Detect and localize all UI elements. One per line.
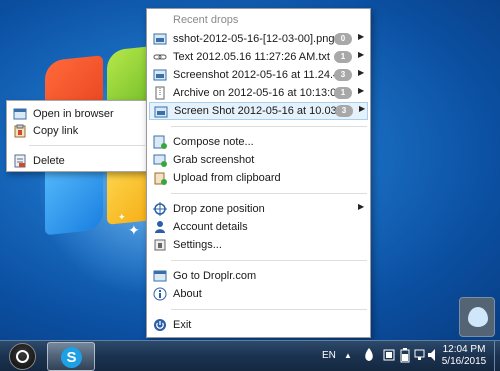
clock-date: 5/16/2015: [441, 356, 487, 367]
recent-drop-label: Screenshot 2012-05-16 at 11.24.4...: [173, 69, 349, 81]
clock-time: 12:04 PM: [442, 344, 486, 355]
start-orb-icon: [16, 350, 29, 363]
menu-separator: [171, 126, 367, 127]
delete-item[interactable]: Delete: [7, 152, 147, 170]
open-in-browser-label: Open in browser: [33, 108, 114, 120]
exit-item[interactable]: Exit: [149, 316, 368, 334]
compose-note-label: Compose note...: [173, 136, 254, 148]
image-file-icon: [154, 105, 168, 119]
sparkle-icon: ✦: [128, 222, 140, 238]
account-details-label: Account details: [173, 221, 248, 233]
recent-drop-label: Text 2012.05.16 11:27:26 AM.txt: [173, 51, 330, 63]
settings-item[interactable]: Settings...: [149, 236, 368, 254]
clipboard-icon: [13, 124, 27, 138]
submenu-arrow-icon: ▶: [358, 86, 365, 95]
open-in-browser-item[interactable]: Open in browser: [7, 105, 147, 123]
compose-note-item[interactable]: Compose note...: [149, 133, 368, 151]
about-item[interactable]: About: [149, 285, 368, 303]
submenu-arrow-icon: ▶: [358, 32, 365, 41]
start-button[interactable]: [9, 343, 36, 370]
droplr-tray-icon[interactable]: [362, 347, 376, 366]
recent-drop-label: sshot-2012-05-16-[12-03-00].png: [173, 33, 335, 45]
view-count-badge: 3: [334, 69, 352, 81]
about-label: About: [173, 288, 202, 300]
skype-icon: S: [61, 347, 82, 368]
sparkle-icon: ✦: [118, 212, 126, 222]
account-details-item[interactable]: Account details: [149, 218, 368, 236]
go-to-droplr-item[interactable]: Go to Droplr.com: [149, 267, 368, 285]
screenshot-icon: [153, 153, 167, 167]
submenu-arrow-icon: ▶: [358, 50, 365, 59]
droplr-drop-zone-widget[interactable]: [459, 297, 495, 337]
drop-zone-position-label: Drop zone position: [173, 203, 265, 215]
image-file-icon: [153, 68, 167, 82]
upload-clipboard-label: Upload from clipboard: [173, 172, 281, 184]
language-indicator[interactable]: EN: [322, 350, 336, 361]
delete-label: Delete: [33, 155, 65, 167]
crosshair-icon: [153, 202, 167, 216]
link-icon: [153, 50, 167, 64]
recent-drop-item[interactable]: sshot-2012-05-16-[12-03-00].png 0 ▶: [149, 30, 368, 48]
power-icon: [153, 318, 167, 332]
info-icon: [153, 287, 167, 301]
system-clock[interactable]: 12:04 PM 5/16/2015: [436, 344, 492, 368]
action-center-icon[interactable]: [382, 348, 396, 365]
submenu-separator: [29, 145, 145, 146]
menu-separator: [171, 309, 367, 310]
battery-icon[interactable]: [400, 347, 410, 366]
delete-icon: [13, 154, 27, 168]
settings-label: Settings...: [173, 239, 222, 251]
submenu-arrow-icon: ▶: [359, 104, 366, 113]
archive-icon: [153, 86, 167, 100]
skype-taskbar-button[interactable]: S: [47, 342, 95, 371]
view-count-badge: 1: [334, 51, 352, 63]
settings-icon: [153, 238, 167, 252]
recent-drop-item[interactable]: Screenshot 2012-05-16 at 11.24.4... 3 ▶: [149, 66, 368, 84]
view-count-badge: 1: [334, 87, 352, 99]
menu-separator: [171, 193, 367, 194]
drop-zone-position-item[interactable]: Drop zone position ▶: [149, 200, 368, 218]
upload-clipboard-item[interactable]: Upload from clipboard: [149, 169, 368, 187]
recent-drops-header: Recent drops: [173, 14, 239, 26]
show-hidden-icons-icon[interactable]: ▲: [344, 351, 352, 360]
network-icon[interactable]: [414, 347, 428, 366]
view-count-badge: 3: [335, 105, 353, 117]
grab-screenshot-item[interactable]: Grab screenshot: [149, 151, 368, 169]
browser-window-icon: [13, 107, 27, 121]
droplr-logo-icon: [468, 307, 488, 327]
compose-note-icon: [153, 135, 167, 149]
go-to-droplr-label: Go to Droplr.com: [173, 270, 257, 282]
submenu-arrow-icon: ▶: [358, 202, 365, 211]
submenu-arrow-icon: ▶: [358, 68, 365, 77]
recent-drop-item-selected[interactable]: Screen Shot 2012-05-16 at 10.03.... 3 ▶: [149, 102, 368, 120]
recent-drop-label: Screen Shot 2012-05-16 at 10.03....: [174, 105, 349, 117]
recent-drop-label: Archive on 2012-05-16 at 10:13:0...: [173, 87, 346, 99]
exit-label: Exit: [173, 319, 192, 331]
recent-drop-item[interactable]: Text 2012.05.16 11:27:26 AM.txt 1 ▶: [149, 48, 368, 66]
copy-link-label: Copy link: [33, 125, 79, 137]
grab-screenshot-label: Grab screenshot: [173, 154, 255, 166]
user-icon: [153, 220, 167, 234]
recent-drop-item[interactable]: Archive on 2012-05-16 at 10:13:0... 1 ▶: [149, 84, 368, 102]
image-file-icon: [153, 32, 167, 46]
droplr-tray-menu: Recent drops sshot-2012-05-16-[12-03-00]…: [146, 8, 371, 338]
drop-context-submenu: Open in browser Copy link Delete: [6, 100, 148, 172]
show-desktop-button[interactable]: [494, 341, 500, 371]
copy-link-item[interactable]: Copy link: [7, 122, 147, 140]
menu-separator: [171, 260, 367, 261]
clipboard-upload-icon: [153, 171, 167, 185]
view-count-badge: 0: [334, 33, 352, 45]
taskbar: S EN ▲ 12:04 PM 5/16/2015: [0, 340, 500, 371]
browser-window-icon: [153, 269, 167, 283]
